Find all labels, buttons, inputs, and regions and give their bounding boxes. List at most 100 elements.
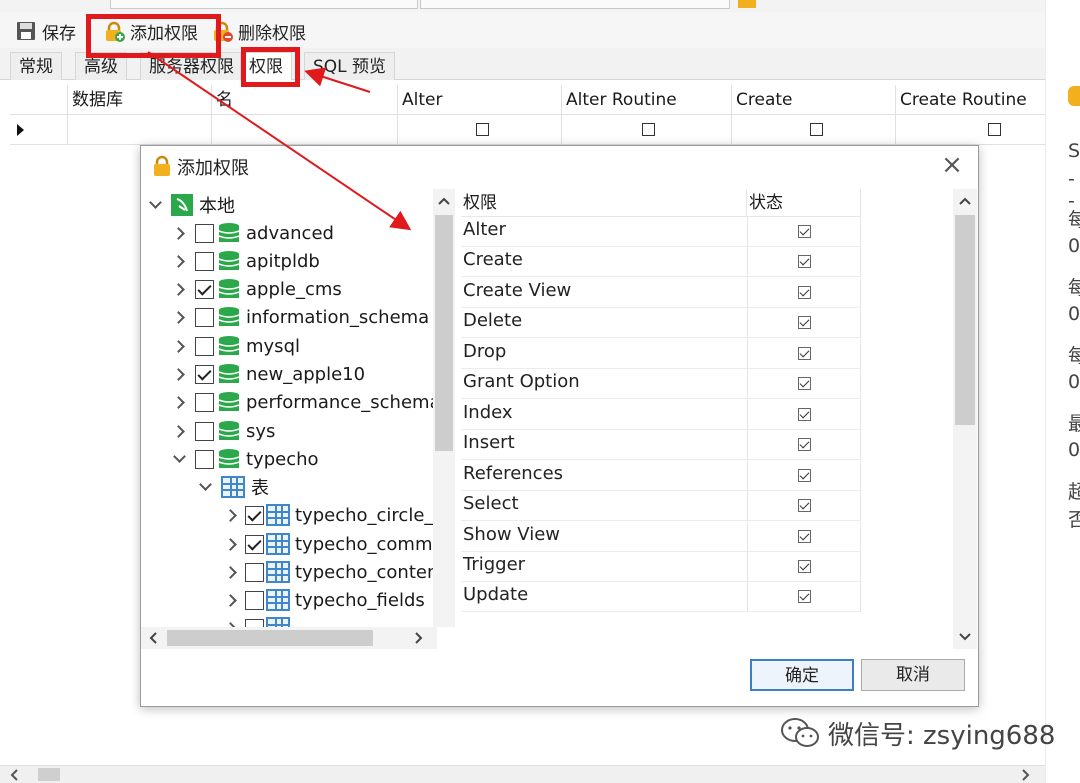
tree-vertical-scrollbar[interactable] — [433, 189, 455, 627]
table-row[interactable]: Trigger — [461, 552, 861, 582]
grid-column-header[interactable]: Alter — [398, 85, 562, 115]
chevron-down-icon[interactable] — [197, 479, 213, 495]
table-checkbox[interactable] — [245, 618, 264, 627]
table-row[interactable]: Select — [461, 491, 861, 521]
main-horizontal-scrollbar[interactable] — [0, 765, 1045, 783]
tree-item-database[interactable]: sys — [171, 417, 275, 445]
scroll-right-icon[interactable] — [413, 631, 425, 645]
status-column-header[interactable]: 状态 — [747, 189, 861, 217]
chevron-right-icon[interactable] — [171, 281, 187, 297]
status-checkbox[interactable] — [798, 469, 811, 482]
status-checkbox[interactable] — [798, 438, 811, 451]
chevron-right-icon[interactable] — [223, 564, 239, 580]
scrollbar-thumb[interactable] — [167, 630, 373, 646]
database-checkbox[interactable] — [195, 279, 214, 299]
table-checkbox[interactable] — [245, 562, 264, 582]
grid-column-header[interactable]: Create — [732, 85, 896, 115]
table-row[interactable]: Drop — [461, 339, 861, 369]
privilege-column-header[interactable]: 权限 — [461, 189, 747, 217]
table-row[interactable]: Create — [461, 247, 861, 277]
alter-routine-checkbox[interactable] — [642, 123, 655, 136]
scroll-down-icon[interactable] — [958, 631, 972, 643]
table-row[interactable]: Delete — [461, 308, 861, 338]
tree-item-table[interactable]: typecho_conten — [223, 558, 437, 586]
status-checkbox[interactable] — [798, 560, 811, 573]
grid-column-header[interactable]: Create Routine — [896, 85, 1045, 115]
scroll-left-icon[interactable] — [147, 631, 159, 645]
table-row[interactable]: Alter — [461, 217, 861, 247]
chevron-right-icon[interactable] — [171, 338, 187, 354]
chevron-right-icon[interactable] — [171, 225, 187, 241]
table-cell[interactable] — [68, 115, 212, 145]
cancel-button[interactable]: 取消 — [861, 659, 965, 691]
scroll-right-icon[interactable] — [1018, 768, 1032, 782]
tree-item-table[interactable]: typecho_fields — [223, 586, 425, 614]
chevron-right-icon[interactable] — [171, 366, 187, 382]
table-row[interactable]: Create View — [461, 278, 861, 308]
database-checkbox[interactable] — [195, 307, 214, 327]
tree-item-table[interactable]: typecho_circle_f — [223, 501, 437, 529]
status-checkbox[interactable] — [798, 286, 811, 299]
tree-item-database[interactable]: performance_schema — [171, 388, 437, 416]
chevron-down-icon[interactable] — [171, 451, 187, 467]
database-checkbox[interactable] — [195, 421, 214, 441]
table-checkbox[interactable] — [245, 590, 264, 610]
table-cell[interactable] — [562, 115, 732, 145]
database-checkbox[interactable] — [195, 392, 214, 412]
grid-column-header[interactable]: 名 — [212, 85, 398, 115]
save-button[interactable]: 保存 — [16, 18, 76, 44]
database-checkbox[interactable] — [195, 449, 214, 469]
table-row[interactable]: References — [461, 461, 861, 491]
status-checkbox[interactable] — [798, 225, 811, 238]
scrollbar-thumb[interactable] — [435, 215, 453, 451]
chevron-right-icon[interactable] — [223, 536, 239, 552]
tree-item-database[interactable]: mysql — [171, 332, 300, 360]
table-cell[interactable] — [732, 115, 896, 145]
tree-item-database[interactable]: advanced — [171, 219, 334, 247]
database-checkbox[interactable] — [195, 251, 214, 271]
chevron-right-icon[interactable] — [171, 423, 187, 439]
top-tab-fragment[interactable] — [110, 0, 418, 9]
scroll-left-icon[interactable] — [8, 768, 22, 782]
chevron-right-icon[interactable] — [223, 592, 239, 608]
tab-sql-preview[interactable]: SQL 预览 — [304, 52, 396, 80]
table-row[interactable]: Insert — [461, 430, 861, 460]
tree-item-database[interactable]: typecho — [171, 445, 319, 473]
tree-item-database[interactable]: apitpldb — [171, 247, 320, 275]
status-checkbox[interactable] — [798, 499, 811, 512]
scroll-up-icon[interactable] — [958, 195, 972, 207]
table-row[interactable]: Update — [461, 582, 861, 612]
grid-column-header[interactable]: Alter Routine — [562, 85, 732, 115]
tree-root-local[interactable]: 本地 — [147, 191, 235, 219]
table-checkbox[interactable] — [245, 534, 264, 554]
tree-item-tables-folder[interactable]: 表 — [197, 473, 269, 501]
tree-item-database[interactable]: new_apple10 — [171, 360, 365, 388]
close-icon[interactable]: × — [940, 152, 964, 178]
table-cell[interactable] — [212, 115, 398, 145]
chevron-right-icon[interactable] — [171, 309, 187, 325]
scroll-up-icon[interactable] — [437, 195, 451, 207]
chevron-right-icon[interactable] — [171, 394, 187, 410]
table-cell[interactable] — [398, 115, 562, 145]
status-checkbox[interactable] — [798, 316, 811, 329]
status-checkbox[interactable] — [798, 255, 811, 268]
tree-item-table[interactable] — [223, 614, 290, 627]
alter-checkbox[interactable] — [476, 123, 489, 136]
database-checkbox[interactable] — [195, 364, 214, 384]
table-row[interactable]: Show View — [461, 522, 861, 552]
chevron-down-icon[interactable] — [147, 197, 163, 213]
tab-general[interactable]: 常规 — [10, 52, 62, 80]
status-checkbox[interactable] — [798, 530, 811, 543]
delete-privilege-button[interactable]: 删除权限 — [212, 18, 306, 44]
tree-item-table[interactable]: typecho_comme — [223, 530, 437, 558]
scrollbar-thumb[interactable] — [955, 215, 975, 425]
scrollbar-thumb[interactable] — [38, 768, 60, 781]
database-checkbox[interactable] — [195, 336, 214, 356]
status-checkbox[interactable] — [798, 377, 811, 390]
chevron-right-icon[interactable] — [171, 253, 187, 269]
database-checkbox[interactable] — [195, 223, 214, 243]
ok-button[interactable]: 确定 — [750, 659, 854, 691]
status-checkbox[interactable] — [798, 347, 811, 360]
grid-column-header[interactable]: 数据库 — [68, 85, 212, 115]
tree-item-database[interactable]: information_schema — [171, 303, 429, 331]
